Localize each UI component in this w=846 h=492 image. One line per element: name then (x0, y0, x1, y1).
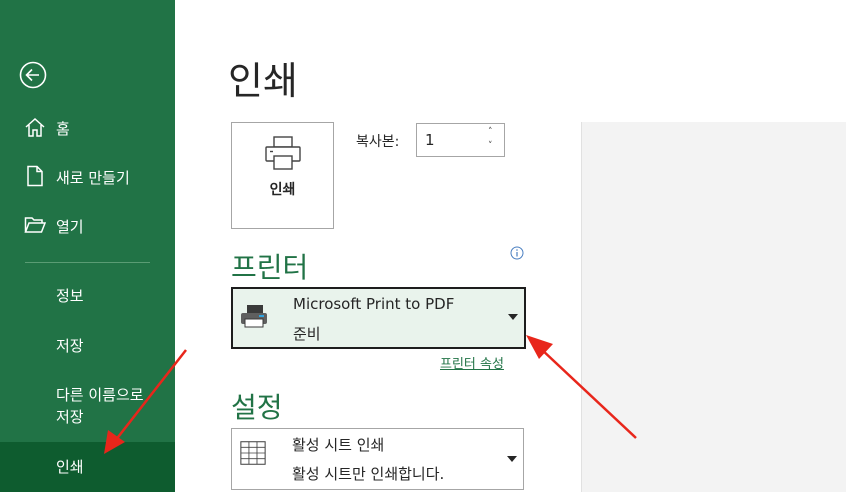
folder-open-icon (24, 217, 46, 233)
sidebar-item-label: 열기 (56, 217, 84, 236)
info-icon[interactable] (510, 246, 524, 260)
print-scope-title: 활성 시트 인쇄 (292, 436, 385, 454)
sidebar-item-print[interactable]: 인쇄 (0, 442, 175, 492)
page-title: 인쇄 (228, 59, 298, 103)
home-icon (25, 117, 45, 137)
sheet-grid-icon (240, 441, 266, 465)
sidebar-item-info[interactable]: 정보 (56, 285, 84, 307)
sidebar-item-open[interactable]: 열기 (0, 204, 175, 248)
chevron-up-icon[interactable]: ˄ (488, 127, 498, 137)
copies-stepper[interactable]: 1 ˄ ˅ (416, 123, 505, 157)
print-preview-pane (582, 122, 846, 492)
printer-section-title: 프린터 (231, 251, 309, 284)
printer-name: Microsoft Print to PDF (293, 295, 455, 313)
settings-section-title: 설정 (231, 391, 283, 424)
sidebar-item-save-as[interactable]: 다른 이름으로 저장 (56, 384, 144, 428)
copies-label: 복사본: (356, 134, 400, 150)
sidebar-item-label: 홈 (56, 119, 70, 138)
printer-properties-link[interactable]: 프린터 속성 (440, 353, 504, 372)
sidebar-divider (25, 262, 150, 263)
chevron-down-icon (507, 456, 517, 462)
new-document-icon (27, 165, 43, 187)
printer-icon (241, 305, 267, 328)
copies-value: 1 (425, 131, 435, 149)
printer-status: 준비 (293, 325, 321, 343)
printer-icon (265, 136, 301, 170)
print-scope-dropdown[interactable]: 활성 시트 인쇄 활성 시트만 인쇄합니다. (231, 428, 524, 490)
print-scope-description: 활성 시트만 인쇄합니다. (292, 465, 445, 483)
print-button[interactable]: 인쇄 (231, 122, 334, 229)
backstage-sidebar: 홈 새로 만들기 열기 정보 저장 다른 이름으로 저장 인쇄 (0, 0, 175, 492)
back-arrow-icon (19, 61, 47, 89)
chevron-down-icon (508, 314, 518, 320)
printer-dropdown[interactable]: Microsoft Print to PDF 준비 (231, 287, 526, 349)
sidebar-item-label: 인쇄 (56, 458, 84, 476)
sidebar-item-new[interactable]: 새로 만들기 (0, 155, 175, 199)
chevron-down-icon[interactable]: ˅ (488, 141, 498, 151)
print-button-label: 인쇄 (269, 182, 296, 198)
sidebar-item-save[interactable]: 저장 (56, 335, 84, 357)
sidebar-item-label: 새로 만들기 (56, 168, 130, 187)
sidebar-item-home[interactable]: 홈 (0, 106, 175, 150)
back-button[interactable] (18, 60, 48, 90)
